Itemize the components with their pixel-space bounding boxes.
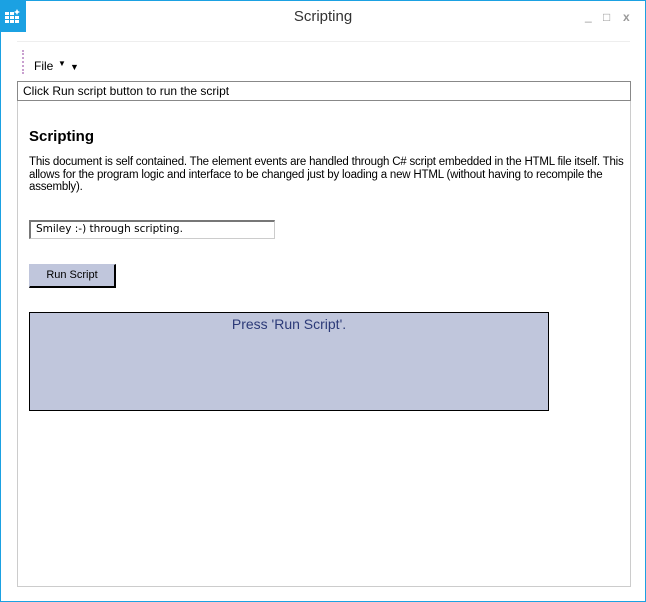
menu-toolbar: File ▼ ▼ [17, 41, 630, 79]
page-title: Scripting [29, 128, 95, 145]
window-title: Scripting [293, 8, 353, 25]
description: This document is self contained. The ele… [29, 156, 624, 193]
run-script-button[interactable]: Run Script [29, 264, 116, 288]
status-bar: Click Run script button to run the scrip… [17, 81, 631, 101]
toolbar-grip[interactable] [22, 50, 24, 74]
app-window: Scripting _ □ x File ▼ ▼ Click Run scrip… [0, 0, 646, 602]
minimize-button[interactable]: _ [585, 9, 592, 23]
close-button[interactable]: x [623, 10, 630, 24]
chevron-down-icon[interactable]: ▼ [58, 59, 66, 68]
text-input[interactable]: Smiley :-) through scripting. [29, 220, 275, 239]
maximize-button[interactable]: □ [603, 10, 610, 24]
toolbar-overflow-icon[interactable]: ▼ [70, 62, 79, 72]
output-box: Press 'Run Script'. [29, 312, 549, 411]
html-view: Scripting This document is self containe… [17, 101, 631, 587]
file-menu[interactable]: File [34, 59, 53, 73]
